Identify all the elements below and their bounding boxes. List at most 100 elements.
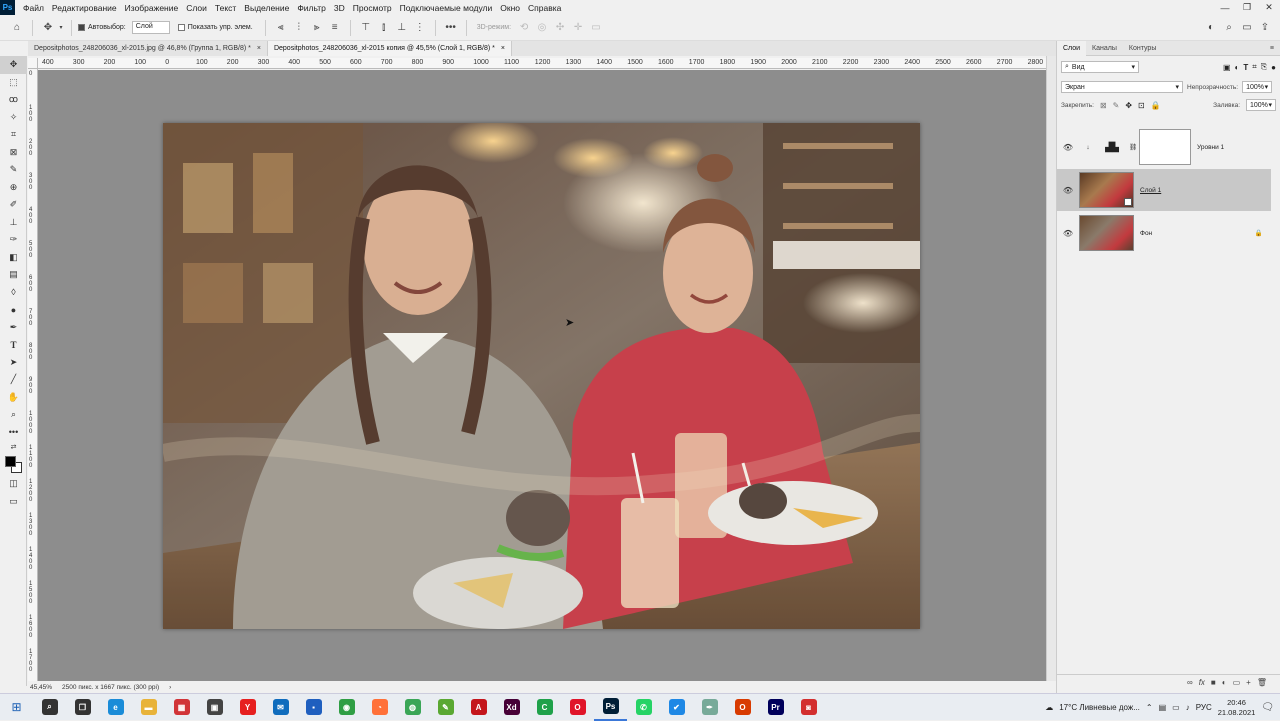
swap-colors-icon[interactable]: ⇄ (0, 441, 27, 453)
distribute-v-icon[interactable]: ⋮ (411, 19, 429, 37)
share-icon[interactable]: ⇪ (1256, 19, 1274, 37)
more-tools-icon[interactable]: ••• (0, 424, 27, 442)
layer-name[interactable]: Слой 1 (1140, 187, 1161, 194)
move-tool-icon[interactable]: ✥ (39, 19, 57, 37)
filter-shape-icon[interactable]: ⌗ (1252, 62, 1257, 72)
tray-chevron-icon[interactable]: ⌃ (1146, 703, 1153, 712)
eraser-tool-icon[interactable]: ◧ (0, 249, 27, 267)
path-select-tool-icon[interactable]: ➤ (0, 354, 27, 372)
blur-tool-icon[interactable]: ◊ (0, 284, 27, 302)
tab-close-icon[interactable]: × (257, 45, 261, 52)
layer-name[interactable]: Уровни 1 (1197, 144, 1224, 151)
move-tool-icon[interactable]: ✥ (0, 56, 27, 74)
autoselect-dropdown[interactable]: Слой (131, 21, 170, 34)
align-middle-icon[interactable]: ⫾ (375, 19, 393, 37)
menu-image[interactable]: Изображение (121, 3, 183, 13)
pen-tool-icon[interactable]: ✒ (0, 319, 27, 337)
crop-tool-icon[interactable]: ⌗ (0, 126, 27, 144)
brush-tool-icon[interactable]: ✐ (0, 196, 27, 214)
clock[interactable]: 20:46 21.08.2021 (1218, 698, 1256, 718)
network-icon[interactable]: ▭ (1172, 703, 1180, 712)
tab-document-1[interactable]: Depositphotos_248206036_xl-2015.jpg @ 46… (28, 41, 268, 56)
zoom-level[interactable]: 45,45% (30, 684, 52, 691)
tray-app-icon[interactable]: ▤ (1159, 703, 1167, 712)
add-mask-icon[interactable]: ■ (1211, 678, 1216, 687)
frame-tool-icon[interactable]: ⊠ (0, 144, 27, 162)
menu-select[interactable]: Выделение (240, 3, 293, 13)
show-controls-checkbox[interactable]: Показать упр. элем. (177, 24, 253, 31)
quick-mask-icon[interactable]: ◫ (0, 475, 27, 493)
autoselect-checkbox[interactable]: Автовыбор: (78, 24, 126, 31)
delete-layer-icon[interactable]: 🗑 (1257, 678, 1267, 687)
minimize-button[interactable]: — (1214, 0, 1236, 15)
taskbar-green-app-button[interactable]: ◍ (396, 694, 429, 721)
tab-channels[interactable]: Каналы (1086, 41, 1123, 56)
taskbar-photos-button[interactable]: ▦ (165, 694, 198, 721)
filter-type-icon[interactable]: T (1243, 63, 1248, 72)
language-indicator[interactable]: РУС (1196, 703, 1212, 712)
volume-icon[interactable]: ♪ (1186, 703, 1190, 712)
layer-row-layer1[interactable]: 👁 Слой 1 (1057, 169, 1271, 211)
history-brush-icon[interactable]: ✑ (0, 231, 27, 249)
notifications-icon[interactable]: 🗨 (1261, 702, 1274, 713)
filter-adjustment-icon[interactable]: ◐ (1235, 63, 1240, 72)
lock-position-icon[interactable]: ✥ (1125, 101, 1132, 110)
search-icon[interactable]: ⌕ (1220, 19, 1238, 37)
taskbar-edge-button[interactable]: e (99, 694, 132, 721)
filter-toggle-icon[interactable]: ● (1271, 63, 1276, 72)
type-tool-icon[interactable]: T (0, 336, 27, 354)
close-button[interactable]: ✕ (1258, 0, 1280, 15)
new-layer-icon[interactable]: + (1246, 678, 1251, 687)
taskbar-pen-app-button[interactable]: ✒ (693, 694, 726, 721)
align-right-icon[interactable]: ⫸ (308, 19, 326, 37)
align-top-icon[interactable]: ⊤ (357, 19, 375, 37)
menu-edit[interactable]: Редактирование (48, 3, 121, 13)
stamp-tool-icon[interactable]: ⊥ (0, 214, 27, 232)
taskbar-acrobat-button[interactable]: A (462, 694, 495, 721)
layer-thumbnail[interactable] (1079, 215, 1134, 251)
gradient-tool-icon[interactable]: ▤ (0, 266, 27, 284)
menu-3d[interactable]: 3D (330, 3, 349, 13)
healing-tool-icon[interactable]: ⊕ (0, 179, 27, 197)
fill-field[interactable]: 100% ▾ (1246, 99, 1276, 111)
menu-window[interactable]: Окно (496, 3, 524, 13)
screen-mode-icon[interactable]: ▭ (0, 493, 27, 511)
lock-pixels-icon[interactable]: ✎ (1113, 101, 1120, 110)
canvas-area[interactable]: ➤ (38, 70, 1046, 681)
dodge-tool-icon[interactable]: ● (0, 301, 27, 319)
zoom-tool-icon[interactable]: ⌕ (0, 406, 27, 424)
lock-all-icon[interactable]: 🔒 (1151, 101, 1161, 110)
vertical-scrollbar[interactable] (1046, 56, 1056, 681)
layer-mask-thumbnail[interactable] (1139, 129, 1191, 165)
taskbar-explorer-button[interactable]: ▬ (132, 694, 165, 721)
link-layers-icon[interactable]: ∞ (1187, 678, 1193, 687)
taskbar-firefox-button[interactable]: ◔ (363, 694, 396, 721)
align-left-icon[interactable]: ⫷ (272, 19, 290, 37)
taskbar-whatsapp-button[interactable]: ✆ (627, 694, 660, 721)
workspace-icon[interactable]: ▭ (1238, 19, 1256, 37)
chevron-down-icon[interactable]: ▾ (57, 19, 65, 37)
taskbar-office-button[interactable]: O (726, 694, 759, 721)
document-image[interactable] (163, 123, 920, 629)
learn-icon[interactable]: ◐ (1202, 19, 1220, 37)
taskbar-mail-button[interactable]: ✉ (264, 694, 297, 721)
more-options-icon[interactable]: ••• (442, 19, 460, 37)
foreground-color-swatch[interactable] (5, 456, 16, 467)
tab-close-icon[interactable]: × (501, 45, 505, 52)
color-swatches[interactable] (0, 453, 27, 475)
taskbar-camtasia-button[interactable]: C (528, 694, 561, 721)
taskbar-edit-app-button[interactable]: ✎ (429, 694, 462, 721)
taskbar-search-button[interactable]: ⌕ (33, 694, 66, 721)
menu-layers[interactable]: Слои (182, 3, 211, 13)
taskbar-yandex-button[interactable]: Y (231, 694, 264, 721)
visibility-eye-icon[interactable]: 👁 (1057, 229, 1079, 238)
layer-row-levels[interactable]: 👁 ↓ ▟▙ ⛓ Уровни 1 (1057, 127, 1271, 167)
taskbar-xd-button[interactable]: Xd (495, 694, 528, 721)
start-button[interactable]: ⊞ (0, 694, 33, 721)
tab-layers[interactable]: Слои (1057, 40, 1087, 56)
tab-paths[interactable]: Контуры (1123, 41, 1162, 56)
menu-view[interactable]: Просмотр (349, 3, 396, 13)
taskbar-save-button[interactable]: ▪ (297, 694, 330, 721)
weather-text[interactable]: 17°C Ливневые дож... (1059, 703, 1140, 712)
lasso-tool-icon[interactable]: ꝏ (0, 91, 27, 109)
